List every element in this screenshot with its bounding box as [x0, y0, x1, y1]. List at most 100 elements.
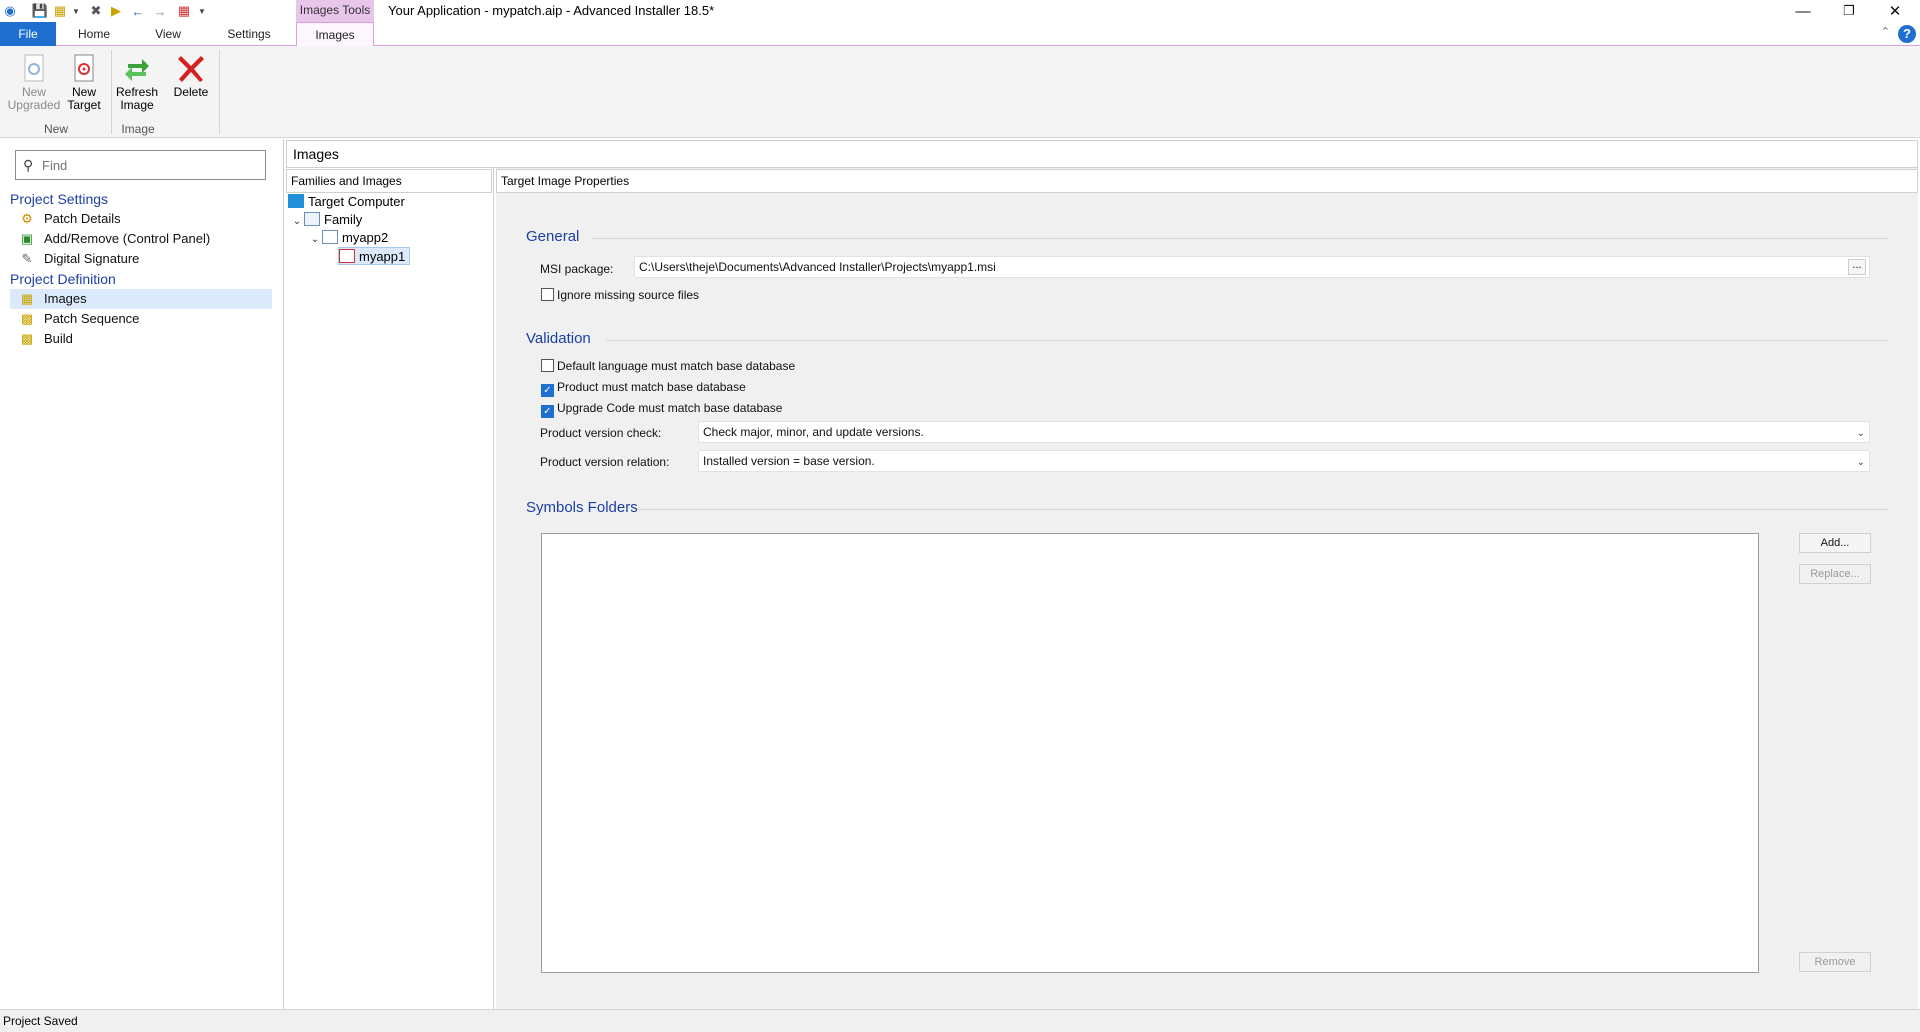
chevron-down-icon[interactable]: ⌄: [290, 213, 304, 231]
tab-file[interactable]: File: [0, 22, 56, 46]
delete-button[interactable]: Delete: [168, 52, 214, 118]
section-project-settings[interactable]: Project Settings: [10, 191, 108, 207]
undo-icon[interactable]: ←: [130, 3, 146, 19]
computer-icon: [288, 194, 304, 208]
sidebar-item-patch-details[interactable]: ⚙ Patch Details: [10, 209, 272, 229]
version-relation-value: Installed version = base version.: [703, 454, 875, 468]
tree-node-target-computer[interactable]: Target Computer: [288, 193, 405, 211]
tree-node-myapp2[interactable]: ⌄ myapp2: [308, 229, 388, 247]
replace-button[interactable]: Replace...: [1799, 564, 1871, 584]
refresh-image-label: Refresh Image: [115, 85, 159, 112]
build-icon[interactable]: ▦: [52, 3, 68, 19]
app-logo-icon[interactable]: ◉: [2, 3, 18, 19]
add-button[interactable]: Add...: [1799, 533, 1871, 553]
ribbon-separator: [219, 50, 220, 134]
ribbon-tabs: File Home View Settings Images ⌃ ?: [0, 22, 1920, 47]
remove-button[interactable]: Remove: [1799, 952, 1871, 972]
collapse-ribbon-icon[interactable]: ⌃: [1881, 25, 1890, 38]
upgrade-code-checkbox[interactable]: ✓ Upgrade Code must match base database: [541, 401, 782, 418]
tree-node-myapp1[interactable]: myapp1: [338, 247, 411, 265]
chevron-down-icon: ⌄: [1856, 457, 1865, 468]
checkbox-label: Default language must match base databas…: [557, 359, 796, 373]
tab-images[interactable]: Images: [296, 22, 374, 47]
refresh-icon: [114, 52, 160, 84]
qa-dropdown-icon[interactable]: ▼: [68, 3, 84, 19]
context-tab-group-label: Images Tools: [296, 0, 374, 22]
tree-node-family[interactable]: ⌄ Family: [290, 211, 362, 229]
sidebar-item-patch-sequence[interactable]: ▩ Patch Sequence: [10, 309, 272, 329]
clean-icon[interactable]: ✖: [88, 3, 104, 19]
sidebar-item-label: Build: [44, 331, 73, 346]
new-target-button[interactable]: New Target: [64, 52, 104, 118]
page-title: Images: [286, 140, 1918, 168]
sidebar-item-build[interactable]: ▩ Build: [10, 329, 272, 349]
checkbox-label: Upgrade Code must match base database: [557, 401, 783, 415]
chevron-down-icon[interactable]: ⌄: [308, 231, 322, 249]
tree-node-label: myapp2: [342, 230, 389, 245]
add-remove-icon: ▣: [20, 231, 34, 246]
product-match-checkbox[interactable]: ✓ Product must match base database: [541, 380, 746, 397]
save-icon[interactable]: 💾: [32, 3, 48, 19]
title-bar: ◉ 💾 ▦ ▼ ✖ ▶ ← → ▦ ▼ Images Tools Your Ap…: [0, 0, 1920, 24]
run-icon[interactable]: ▶: [108, 3, 124, 19]
tab-view[interactable]: View: [138, 22, 198, 46]
version-check-dropdown[interactable]: Check major, minor, and update versions.…: [698, 421, 1870, 443]
symbols-folders-list[interactable]: [541, 533, 1759, 973]
signature-icon: ✎: [21, 251, 33, 266]
ignore-missing-checkbox[interactable]: Ignore missing source files: [541, 288, 699, 302]
patch-details-icon: ⚙: [21, 211, 33, 226]
ribbon-group-image: Image: [121, 122, 155, 136]
sidebar-item-label: Patch Details: [44, 211, 121, 226]
default-language-checkbox[interactable]: Default language must match base databas…: [541, 359, 795, 373]
redo-icon[interactable]: →: [152, 3, 168, 19]
upgraded-image-icon: [322, 230, 338, 244]
sidebar-item-add-remove[interactable]: ▣ Add/Remove (Control Panel): [10, 229, 272, 249]
status-text: Project Saved: [3, 1014, 78, 1028]
sidebar-item-label: Patch Sequence: [44, 311, 140, 326]
find-box: ⚲: [15, 150, 266, 180]
new-upgraded-label: New Upgraded: [7, 85, 61, 112]
checkbox-box[interactable]: [541, 288, 554, 301]
patch-sequence-icon: ▩: [20, 311, 34, 326]
tree-node-label: Target Computer: [308, 194, 405, 209]
sidebar-item-label: Add/Remove (Control Panel): [44, 231, 211, 246]
build-icon: ▩: [20, 331, 34, 346]
ribbon-separator: [111, 50, 112, 134]
checkbox-checked[interactable]: ✓: [541, 405, 554, 418]
customize-dropdown-icon[interactable]: ▼: [194, 3, 210, 19]
msi-package-field[interactable]: C:\Users\theje\Documents\Advanced Instal…: [634, 256, 1870, 278]
checkbox-label: Product must match base database: [557, 380, 746, 394]
sidebar-item-images[interactable]: ▦ Images: [10, 289, 272, 309]
msi-package-label: MSI package:: [540, 262, 614, 276]
refresh-image-button[interactable]: Refresh Image: [114, 52, 160, 118]
search-icon: ⚲: [23, 157, 34, 173]
browse-button[interactable]: ...: [1848, 259, 1866, 275]
target-image-icon: [339, 249, 355, 263]
checkbox-checked[interactable]: ✓: [541, 384, 554, 397]
tree-node-label: myapp1: [359, 249, 406, 264]
general-group-title: General: [526, 228, 580, 245]
close-icon[interactable]: ✕: [1872, 0, 1918, 22]
families-panel: Families and Images Target Computer ⌄ Fam…: [286, 168, 494, 1009]
app-window: ◉ 💾 ▦ ▼ ✖ ▶ ← → ▦ ▼ Images Tools Your Ap…: [0, 0, 1920, 1032]
find-input[interactable]: [42, 155, 257, 175]
sidebar-item-digital-signature[interactable]: ✎ Digital Signature: [10, 249, 272, 269]
new-target-label: New Target: [67, 85, 101, 112]
families-header: Families and Images: [286, 169, 492, 193]
tab-settings[interactable]: Settings: [214, 22, 284, 46]
new-upgraded-button[interactable]: New Upgraded: [6, 52, 62, 118]
version-relation-dropdown[interactable]: Installed version = base version. ⌄: [698, 450, 1870, 472]
symbols-group-title: Symbols Folders: [526, 499, 638, 516]
sidebar-item-label: Images: [44, 291, 87, 306]
section-project-definition[interactable]: Project Definition: [10, 271, 116, 287]
calendar-icon[interactable]: ▦: [176, 3, 192, 19]
restore-icon[interactable]: ❐: [1826, 0, 1872, 22]
images-icon: ▦: [20, 291, 34, 306]
tab-home[interactable]: Home: [64, 22, 124, 46]
status-bar: Project Saved: [0, 1009, 1920, 1032]
validation-group-title: Validation: [526, 330, 591, 347]
help-icon[interactable]: ?: [1898, 25, 1916, 43]
new-target-icon: [64, 52, 104, 84]
checkbox-box[interactable]: [541, 359, 554, 372]
minimize-icon[interactable]: —: [1780, 0, 1826, 22]
